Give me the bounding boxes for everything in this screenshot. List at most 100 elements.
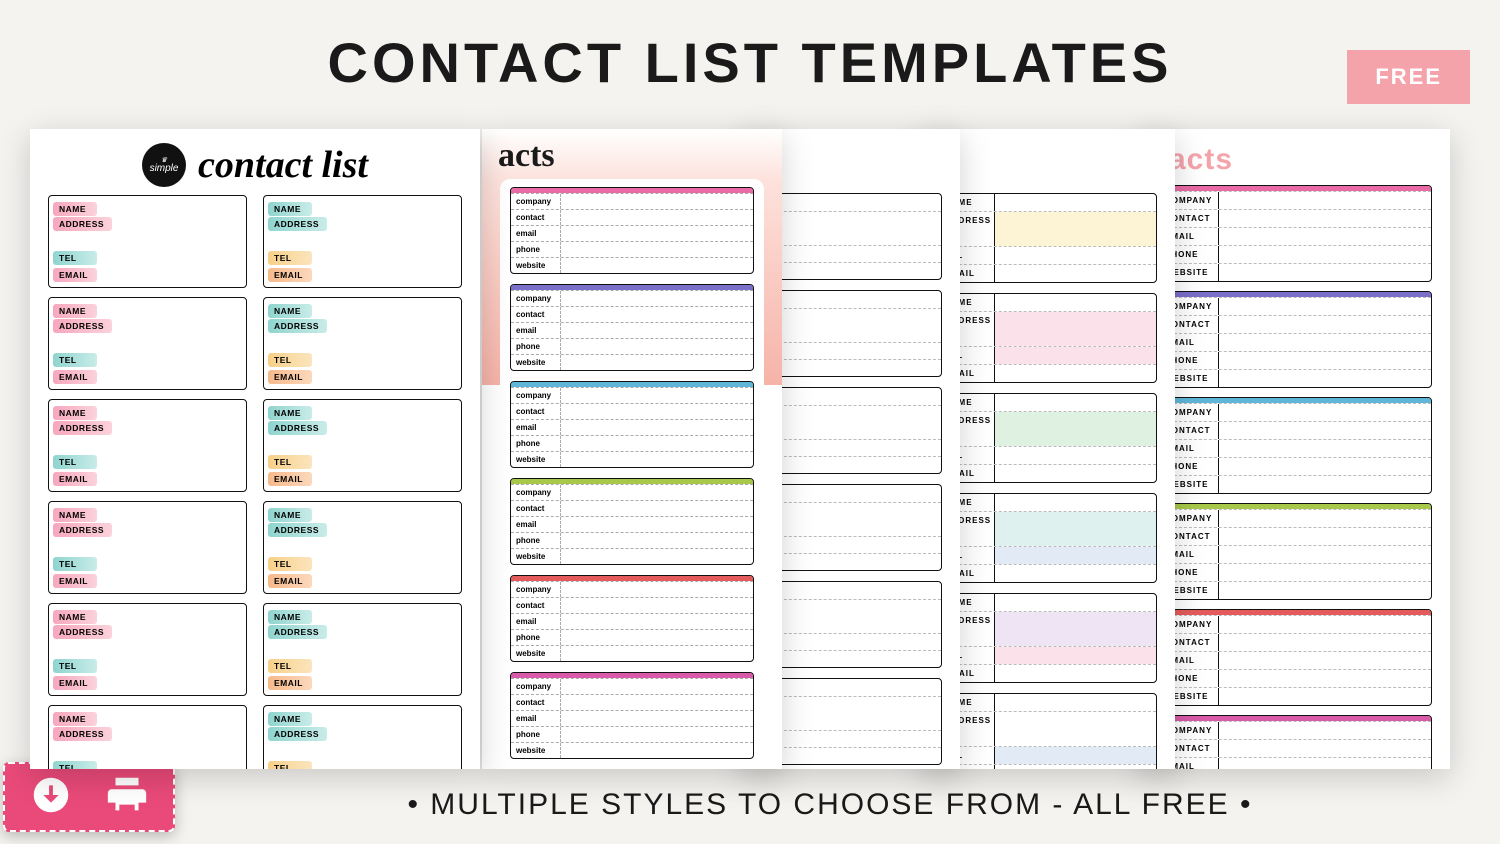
contact-card: ss — [758, 678, 942, 765]
contact-card: NAMEADDRESSTELEMAIL — [938, 693, 1157, 769]
bottom-tagline: • MULTIPLE STYLES TO CHOOSE FROM - ALL F… — [180, 788, 1480, 822]
field-label: ADDRESS — [268, 217, 327, 231]
contact-card: companycontactemailphonewebsite — [510, 187, 754, 274]
template-sheet-1: ♛ simple contact list NAMEADDRESSTELEMAI… — [30, 129, 480, 769]
field-label: website — [511, 549, 561, 564]
field-label: NAME — [53, 406, 97, 420]
field-label: phone — [511, 533, 561, 548]
field-label: NAME — [53, 508, 97, 522]
field-label: TEL — [53, 557, 97, 571]
contact-card: NAMEADDRESSTELEMAIL — [48, 297, 247, 390]
field-label: company — [511, 291, 561, 306]
contact-card: COMPANYCONTACTEMAILPHONEWEBSITE — [1158, 503, 1432, 600]
field-label: contact — [511, 501, 561, 516]
contact-card: NAMEADDRESS TEL EMAIL — [263, 195, 462, 288]
download-print-widget[interactable] — [3, 762, 175, 832]
contact-card: NAMEADDRESSTELEMAIL — [48, 603, 247, 696]
field-label: website — [511, 355, 561, 370]
field-label: website — [511, 452, 561, 467]
field-label: EMAIL — [53, 574, 97, 588]
sheet5-title: facts — [1158, 143, 1432, 177]
contact-card: NAMEADDRESSTELEMAIL — [938, 193, 1157, 283]
contact-card: NAMEADDRESSTELEMAIL — [938, 493, 1157, 583]
field-label: NAME — [53, 202, 97, 216]
field-label: email — [511, 226, 561, 241]
field-label: email — [511, 614, 561, 629]
field-label: ADDRESS — [53, 625, 112, 639]
field-label: TEL — [268, 659, 312, 673]
field-label: EMAIL — [53, 268, 97, 282]
field-label: email — [511, 517, 561, 532]
field-label: phone — [511, 436, 561, 451]
contact-card: NAMEADDRESSTELEMAIL — [48, 501, 247, 594]
field-label: ADDRESS — [53, 421, 112, 435]
field-label: EMAIL — [268, 370, 312, 384]
field-label: contact — [511, 404, 561, 419]
field-label: email — [511, 420, 561, 435]
field-label: ADDRESS — [268, 421, 327, 435]
field-label: ADDRESS — [53, 727, 112, 741]
template-sheet-2: acts companycontactemailphonewebsitecomp… — [482, 129, 782, 769]
field-label: EMAIL — [268, 574, 312, 588]
contact-card: NAMEADDRESSTELEMAIL — [263, 603, 462, 696]
field-label: NAME — [268, 712, 312, 726]
field-label: TEL — [53, 251, 97, 265]
contact-card: NAMEADDRESSTELEMAIL — [48, 705, 247, 769]
field-label: TEL — [53, 455, 97, 469]
field-label: NAME — [268, 202, 312, 216]
contact-card: companycontactemailphonewebsite — [510, 284, 754, 371]
contact-card: ss — [758, 484, 942, 571]
contact-card: ss — [758, 581, 942, 668]
field-label: phone — [511, 242, 561, 257]
contact-card: companycontactemailphonewebsite — [510, 478, 754, 565]
download-icon — [28, 772, 74, 823]
field-label: contact — [511, 695, 561, 710]
contact-card: COMPANYCONTACTEMAILPHONEWEBSITE — [1158, 715, 1432, 769]
contact-card: COMPANYCONTACTEMAILPHONEWEBSITE — [1158, 609, 1432, 706]
field-label: ADDRESS — [53, 319, 112, 333]
field-label: NAME — [53, 712, 97, 726]
template-previews: ♛ simple contact list NAMEADDRESSTELEMAI… — [20, 115, 1480, 765]
contact-card: companycontactemailphonewebsite — [510, 575, 754, 662]
contact-card: ss — [758, 193, 942, 280]
field-label: EMAIL — [53, 676, 97, 690]
field-label: contact — [511, 598, 561, 613]
contact-card: COMPANYCONTACTEMAILPHONEWEBSITE — [1158, 185, 1432, 282]
field-label: EMAIL — [268, 472, 312, 486]
contact-card: NAMEADDRESSTELEMAIL — [938, 593, 1157, 683]
field-label: ADDRESS — [268, 319, 327, 333]
field-label: EMAIL — [268, 676, 312, 690]
sheet1-title: contact list — [198, 143, 368, 187]
field-label: TEL — [268, 557, 312, 571]
contact-card: NAMEADDRESS TEL EMAIL — [263, 297, 462, 390]
field-label: contact — [511, 210, 561, 225]
field-label: company — [511, 194, 561, 209]
field-label: phone — [511, 727, 561, 742]
field-label: email — [511, 323, 561, 338]
field-label: NAME — [268, 508, 312, 522]
contact-card: COMPANYCONTACTEMAILPHONEWEBSITE — [1158, 397, 1432, 494]
field-label: ADDRESS — [53, 217, 112, 231]
free-badge: FREE — [1347, 50, 1470, 104]
template-sheet-5: facts COMPANYCONTACTEMAILPHONEWEBSITECOM… — [1140, 129, 1450, 769]
field-label: NAME — [268, 304, 312, 318]
field-label: TEL — [268, 455, 312, 469]
contact-card: NAMEADDRESSTELEMAIL — [938, 293, 1157, 383]
field-label: NAME — [53, 610, 97, 624]
field-label: contact — [511, 307, 561, 322]
contact-card: COMPANYCONTACTEMAILPHONEWEBSITE — [1158, 291, 1432, 388]
field-label: EMAIL — [268, 268, 312, 282]
print-icon — [104, 772, 150, 823]
contact-card: NAMEADDRESSTELEMAIL — [48, 399, 247, 492]
field-label: NAME — [268, 610, 312, 624]
page-title: CONTACT LIST TEMPLATES — [0, 0, 1500, 105]
field-label: TEL — [268, 761, 312, 770]
field-label: TEL — [268, 353, 312, 367]
contact-card: NAMEADDRESSTELEMAIL — [263, 399, 462, 492]
contact-card: companycontactemailphonewebsite — [510, 672, 754, 759]
field-label: company — [511, 679, 561, 694]
field-label: ADDRESS — [268, 523, 327, 537]
field-label: TEL — [53, 353, 97, 367]
field-label: NAME — [53, 304, 97, 318]
field-label: TEL — [268, 251, 312, 265]
